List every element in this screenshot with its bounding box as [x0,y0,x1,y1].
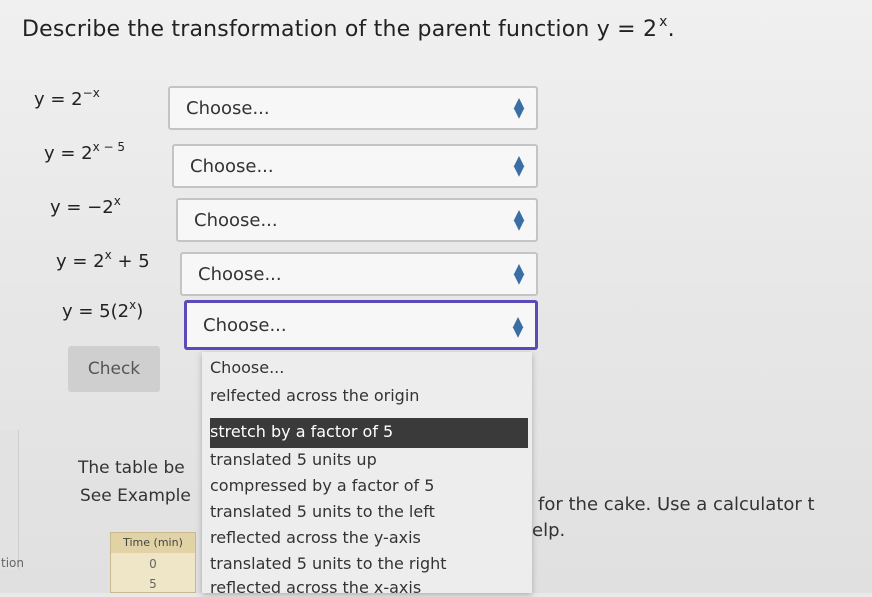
table-cell: 0 [149,557,157,571]
transform-select-5[interactable]: Choose... ▲ ▼ [184,300,538,350]
left-panel-label: tion [1,556,24,570]
dropdown-option-highlighted[interactable]: stretch by a factor of 5 [210,422,393,441]
dropdown-option[interactable]: relfected across the origin [210,386,419,405]
table-header: Time (min) [111,533,195,553]
chevron-updown-icon: ▲ ▼ [512,314,524,340]
select-value: Choose... [194,210,278,231]
dropdown-option[interactable]: compressed by a factor of 5 [210,476,434,495]
chevron-updown-icon: ▲ ▼ [513,207,525,233]
left-panel-tab[interactable]: tion [0,430,24,570]
equation-4: y = 2x + 5 [56,248,150,272]
chevron-updown-icon: ▲ ▼ [513,95,525,121]
transform-select-2[interactable]: Choose... ▲ ▼ [172,144,538,188]
transform-select-4[interactable]: Choose... ▲ ▼ [180,252,538,296]
chevron-updown-icon: ▲ ▼ [513,153,525,179]
data-table: Time (min) 0 5 [110,532,196,593]
paragraph-right-1: for the cake. Use a calculator t [538,494,815,515]
dropdown-menu[interactable]: Choose... relfected across the origin st… [202,352,532,597]
dropdown-option[interactable]: Choose... [210,358,284,377]
question-text: Describe the transformation of the paren… [22,14,675,42]
paragraph-right-2: elp. [532,520,566,541]
equation-3: y = −2x [50,194,121,218]
equation-1: y = 2−x [34,86,100,110]
select-value: Choose... [198,264,282,285]
chevron-updown-icon: ▲ ▼ [513,261,525,287]
question-period: . [667,17,675,42]
dropdown-option[interactable]: reflected across the x-axis [210,578,421,597]
equation-5: y = 5(2x) [62,298,144,322]
dropdown-option[interactable]: translated 5 units up [210,450,377,469]
transform-select-1[interactable]: Choose... ▲ ▼ [168,86,538,130]
paragraph-line-2: See Example [80,486,191,506]
question-label: Describe the transformation of the paren… [22,17,658,42]
page: Describe the transformation of the paren… [0,0,872,597]
dropdown-option[interactable]: translated 5 units to the left [210,502,435,521]
check-button[interactable]: Check [68,346,160,392]
select-value: Choose... [190,156,274,177]
transform-select-3[interactable]: Choose... ▲ ▼ [176,198,538,242]
select-value: Choose... [203,315,287,336]
dropdown-option[interactable]: reflected across the y-axis [210,528,421,547]
question-exponent: x [659,14,668,30]
table-cell: 5 [149,577,157,591]
paragraph-line-1: The table be [78,458,185,478]
equation-2: y = 2x − 5 [44,140,126,164]
dropdown-option[interactable]: translated 5 units to the right [210,554,447,573]
select-value: Choose... [186,98,270,119]
